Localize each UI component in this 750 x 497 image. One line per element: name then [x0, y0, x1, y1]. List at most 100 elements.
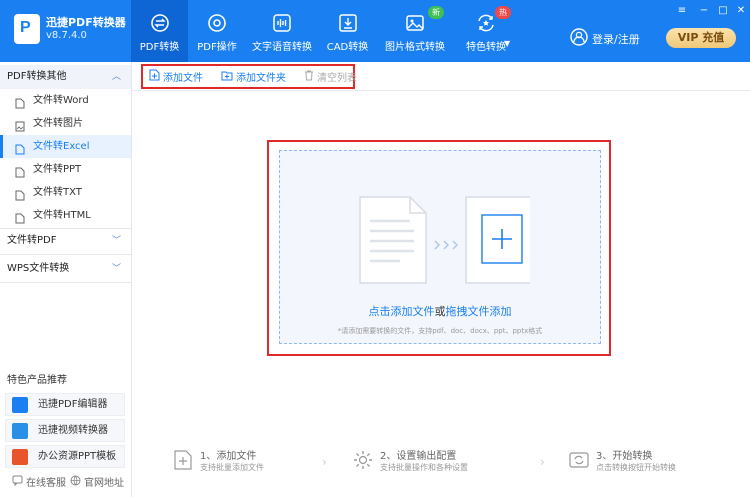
- chevron-down-icon[interactable]: ▼: [504, 39, 510, 48]
- tab-label: 图片格式转换: [385, 42, 445, 53]
- sidebar-item-to-excel[interactable]: 文件转Excel: [0, 135, 131, 158]
- step-title: 1、添加文件: [200, 451, 257, 462]
- ppt-template-icon: [12, 449, 28, 465]
- star-refresh-icon: [475, 12, 497, 34]
- supported-formats-hint: *请添加需要转换的文件，支持pdf、doc、docx、ppt、pptx格式: [337, 327, 543, 335]
- file-icon: [15, 164, 25, 178]
- file-toolbar: 添加文件 添加文件夹 清空列表: [141, 64, 357, 89]
- globe-icon: [70, 475, 81, 489]
- click-add-link[interactable]: 点击添加文件: [369, 305, 435, 318]
- sidebar-group-to-pdf[interactable]: 文件转PDF ﹀: [0, 229, 131, 253]
- clear-list-button[interactable]: 清空列表: [304, 69, 357, 84]
- tab-label: 文字语音转换: [252, 42, 312, 53]
- app-header: 迅捷PDF转换器 v8.7.4.0 PDF转换 PDF操作 文字语音转换 CAD…: [0, 0, 750, 62]
- drop-zone-text: 点击添加文件或拖拽文件添加: [280, 303, 600, 319]
- promo-label: 迅捷视频转换器: [38, 425, 108, 436]
- chevron-right-icon: ›: [540, 455, 545, 469]
- website-link[interactable]: 官网地址: [70, 474, 124, 489]
- sidebar-group-wps[interactable]: WPS文件转换 ﹀: [0, 257, 131, 281]
- login-label: 登录/注册: [592, 32, 640, 46]
- trash-icon: [304, 70, 314, 84]
- tab-label: 特色转换: [466, 42, 506, 53]
- drop-zone-highlight: 点击添加文件或拖拽文件添加 *请添加需要转换的文件，支持pdf、doc、docx…: [267, 140, 611, 356]
- add-file-label: 添加文件: [163, 73, 203, 84]
- download-box-icon: [337, 12, 359, 34]
- login-button[interactable]: 登录/注册: [570, 28, 640, 49]
- promo-ppt-template[interactable]: 办公资源PPT模板: [5, 445, 125, 468]
- add-file-button[interactable]: 添加文件: [149, 69, 203, 84]
- promo-video-converter[interactable]: 迅捷视频转换器: [5, 419, 125, 442]
- divider: [0, 282, 131, 283]
- sidebar-item-label: 文件转HTML: [33, 210, 91, 221]
- waveform-icon: [271, 12, 293, 34]
- chevron-down-icon: ﹀: [111, 236, 121, 246]
- sidebar-item-to-image[interactable]: 文件转图片: [0, 112, 131, 135]
- promo-title: 特色产品推荐: [7, 375, 67, 386]
- sidebar-group-label: 文件转PDF: [7, 235, 57, 246]
- image-file-icon: [15, 118, 25, 132]
- sidebar-item-to-ppt[interactable]: 文件转PPT: [0, 158, 131, 181]
- sidebar-item-label: 文件转Word: [33, 95, 89, 106]
- hot-badge: 热: [495, 6, 511, 19]
- app-version: v8.7.4.0: [46, 30, 87, 41]
- tab-cad-convert[interactable]: CAD转换: [325, 0, 370, 62]
- sidebar-item-label: 文件转TXT: [33, 187, 82, 198]
- step-desc: 支持批量添加文件: [200, 463, 264, 472]
- sidebar-item-to-html[interactable]: 文件转HTML: [0, 204, 131, 227]
- sidebar-item-to-txt[interactable]: 文件转TXT: [0, 181, 131, 204]
- maximize-icon[interactable]: □: [717, 5, 729, 17]
- chat-icon: [12, 475, 23, 489]
- convert-refresh-icon: [568, 449, 590, 471]
- file-icon: [15, 95, 25, 109]
- sidebar-item-label: 文件转PPT: [33, 164, 82, 175]
- video-converter-icon: [12, 423, 28, 439]
- chevron-up-icon: ︿: [111, 72, 121, 82]
- drag-add-text: 拖拽文件添加: [445, 305, 512, 318]
- sidebar-group-pdf-convert[interactable]: PDF转换其他 ︿: [0, 65, 131, 89]
- add-folder-icon: [221, 70, 233, 84]
- tab-label: PDF操作: [197, 42, 237, 53]
- menu-icon[interactable]: ≡: [676, 5, 688, 17]
- user-icon: [570, 28, 588, 49]
- file-icon: [15, 187, 25, 201]
- drop-or-text: 或: [434, 305, 446, 318]
- online-service-label: 在线客服: [26, 478, 66, 489]
- target-icon: [206, 12, 228, 34]
- file-icon: [15, 210, 25, 224]
- step-desc: 支持批量操作和各种设置: [380, 463, 468, 472]
- tab-text-speech[interactable]: 文字语音转换: [251, 0, 313, 62]
- app-logo-icon: [14, 14, 40, 44]
- steps-guide: 1、添加文件 支持批量添加文件 › 2、设置输出配置 支持批量操作和各种设置 ›…: [160, 445, 720, 479]
- step-desc: 点击转换按钮开始转换: [596, 463, 676, 472]
- step-title: 2、设置输出配置: [380, 451, 457, 462]
- new-badge: 新: [428, 6, 444, 19]
- gear-icon: [352, 449, 374, 471]
- promo-pdf-editor[interactable]: 迅捷PDF编辑器: [5, 393, 125, 416]
- image-icon: [404, 12, 426, 34]
- tab-pdf-convert[interactable]: PDF转换: [131, 0, 188, 62]
- promo-label: 迅捷PDF编辑器: [38, 399, 108, 410]
- divider: [0, 254, 131, 255]
- add-file-icon: [149, 69, 160, 84]
- vip-recharge-button[interactable]: VIP 充值: [666, 28, 736, 48]
- pdf-editor-icon: [12, 397, 28, 413]
- clear-list-label: 清空列表: [317, 73, 357, 84]
- online-service-link[interactable]: 在线客服: [12, 474, 66, 489]
- tab-pdf-operate[interactable]: PDF操作: [192, 0, 242, 62]
- tab-label: CAD转换: [326, 42, 369, 53]
- tab-label: PDF转换: [139, 42, 180, 53]
- sidebar-group-label: PDF转换其他: [7, 71, 67, 82]
- file-icon: [15, 141, 25, 155]
- add-folder-button[interactable]: 添加文件夹: [221, 69, 286, 84]
- divider: [132, 90, 750, 91]
- file-drop-zone[interactable]: 点击添加文件或拖拽文件添加 *请添加需要转换的文件，支持pdf、doc、docx…: [279, 150, 601, 344]
- swap-circle-icon: [149, 12, 171, 34]
- sidebar-group-label: WPS文件转换: [7, 263, 70, 274]
- add-folder-label: 添加文件夹: [236, 73, 286, 84]
- minimize-icon[interactable]: −: [698, 5, 710, 17]
- promo-label: 办公资源PPT模板: [38, 451, 117, 462]
- add-file-icon: [172, 449, 194, 471]
- app-name: 迅捷PDF转换器: [46, 16, 126, 29]
- sidebar-item-to-word[interactable]: 文件转Word: [0, 89, 131, 112]
- close-icon[interactable]: ✕: [735, 5, 747, 17]
